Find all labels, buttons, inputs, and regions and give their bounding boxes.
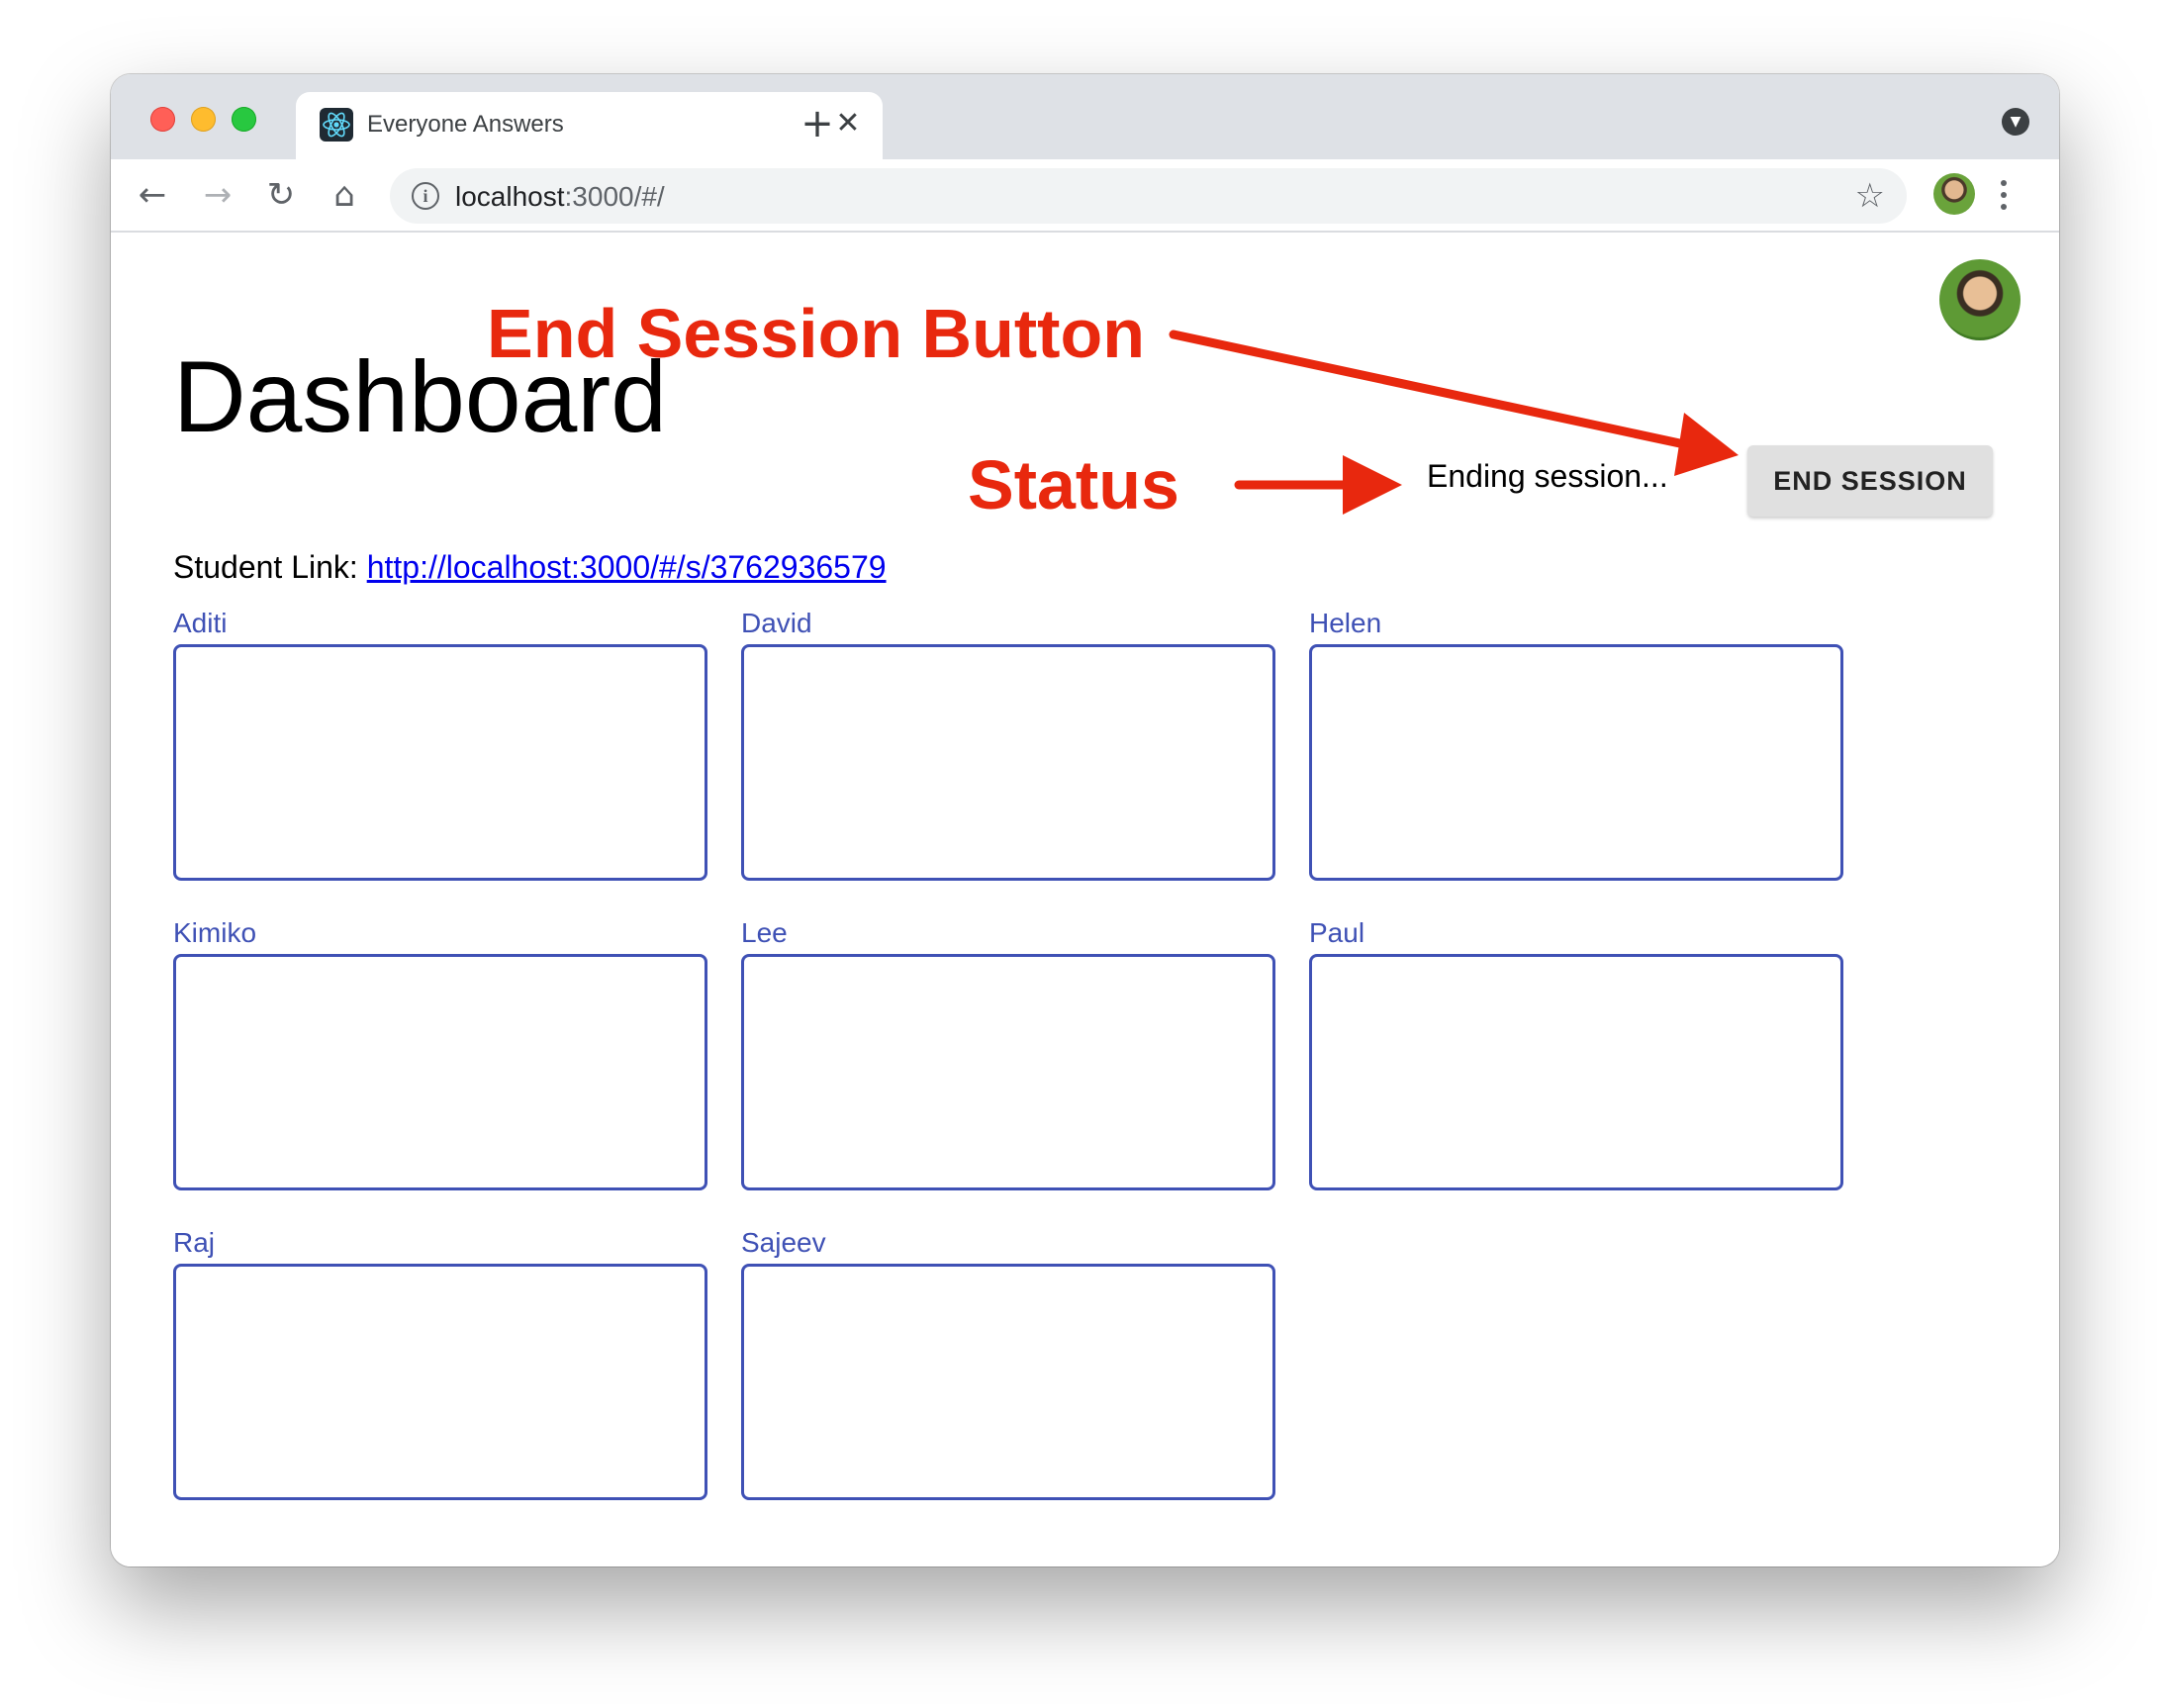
- student-name: Kimiko: [173, 917, 257, 948]
- tab-title: Everyone Answers: [367, 111, 564, 138]
- student-name: Raj: [173, 1227, 216, 1258]
- student-answer-box: [173, 1264, 707, 1500]
- student-link-url[interactable]: http://localhost:3000/#/s/3762936579: [367, 549, 887, 585]
- student-name: Sajeev: [741, 1227, 826, 1258]
- reload-icon[interactable]: ↻: [259, 173, 303, 217]
- browser-toolbar: ← → ↻ ⌂ i localhost:3000/#/ ☆: [111, 159, 2059, 233]
- minimize-window-button[interactable]: [191, 107, 216, 132]
- info-icon[interactable]: i: [412, 182, 439, 210]
- student-name: Paul: [1309, 917, 1365, 948]
- annotation-status-label: Status: [968, 446, 1179, 523]
- student-card: Helen: [1309, 607, 1843, 881]
- tab-search-icon[interactable]: ▼: [2002, 108, 2029, 136]
- student-card: Sajeev: [741, 1226, 1275, 1500]
- browser-window: Everyone Answers ✕ + ▼ ← → ↻ ⌂ i localho…: [111, 74, 2059, 1566]
- student-card: Paul: [1309, 916, 1843, 1190]
- session-status: Ending session...: [1427, 458, 1668, 494]
- student-name: David: [741, 608, 812, 638]
- home-icon[interactable]: ⌂: [323, 173, 366, 217]
- browser-tab[interactable]: Everyone Answers ✕: [296, 92, 883, 159]
- url-path: :3000/#/: [564, 181, 665, 212]
- arrow-to-status-icon: [1234, 455, 1402, 515]
- maximize-window-button[interactable]: [232, 107, 256, 132]
- student-card: Raj: [173, 1226, 707, 1500]
- student-card: Kimiko: [173, 916, 707, 1190]
- annotation-end-session-label: End Session Button: [487, 295, 1145, 372]
- student-name: Lee: [741, 917, 788, 948]
- browser-menu-icon[interactable]: [1994, 173, 2014, 217]
- student-answer-box: [741, 644, 1275, 881]
- student-link-label: Student Link:: [173, 549, 367, 585]
- react-icon: [320, 108, 353, 142]
- student-answer-box: [741, 954, 1275, 1190]
- student-answer-box: [173, 954, 707, 1190]
- forward-arrow-icon[interactable]: →: [196, 173, 239, 217]
- student-name: Helen: [1309, 608, 1382, 638]
- student-card: Lee: [741, 916, 1275, 1190]
- new-tab-button[interactable]: +: [798, 101, 837, 146]
- bookmark-star-icon[interactable]: ☆: [1855, 176, 1885, 216]
- student-answer-box: [1309, 644, 1843, 881]
- student-card: Aditi: [173, 607, 707, 881]
- profile-avatar-icon[interactable]: [1933, 173, 1975, 215]
- url-text[interactable]: localhost:3000/#/: [455, 181, 665, 213]
- student-link-row: Student Link: http://localhost:3000/#/s/…: [173, 549, 887, 586]
- student-card: David: [741, 607, 1275, 881]
- browser-titlebar: Everyone Answers ✕ + ▼: [111, 74, 2059, 159]
- student-answer-box: [173, 644, 707, 881]
- page-content: Dashboard Ending session... END SESSION …: [111, 233, 2059, 1566]
- arrow-to-end-session-icon: [1169, 330, 1739, 476]
- student-answer-box: [741, 1264, 1275, 1500]
- user-avatar[interactable]: [1939, 259, 2021, 340]
- address-bar[interactable]: i localhost:3000/#/ ☆: [390, 168, 1907, 224]
- student-name: Aditi: [173, 608, 228, 638]
- back-arrow-icon[interactable]: ←: [131, 173, 174, 217]
- student-answer-box: [1309, 954, 1843, 1190]
- url-host: localhost: [455, 181, 565, 212]
- end-session-button[interactable]: END SESSION: [1747, 445, 1993, 517]
- close-window-button[interactable]: [150, 107, 175, 132]
